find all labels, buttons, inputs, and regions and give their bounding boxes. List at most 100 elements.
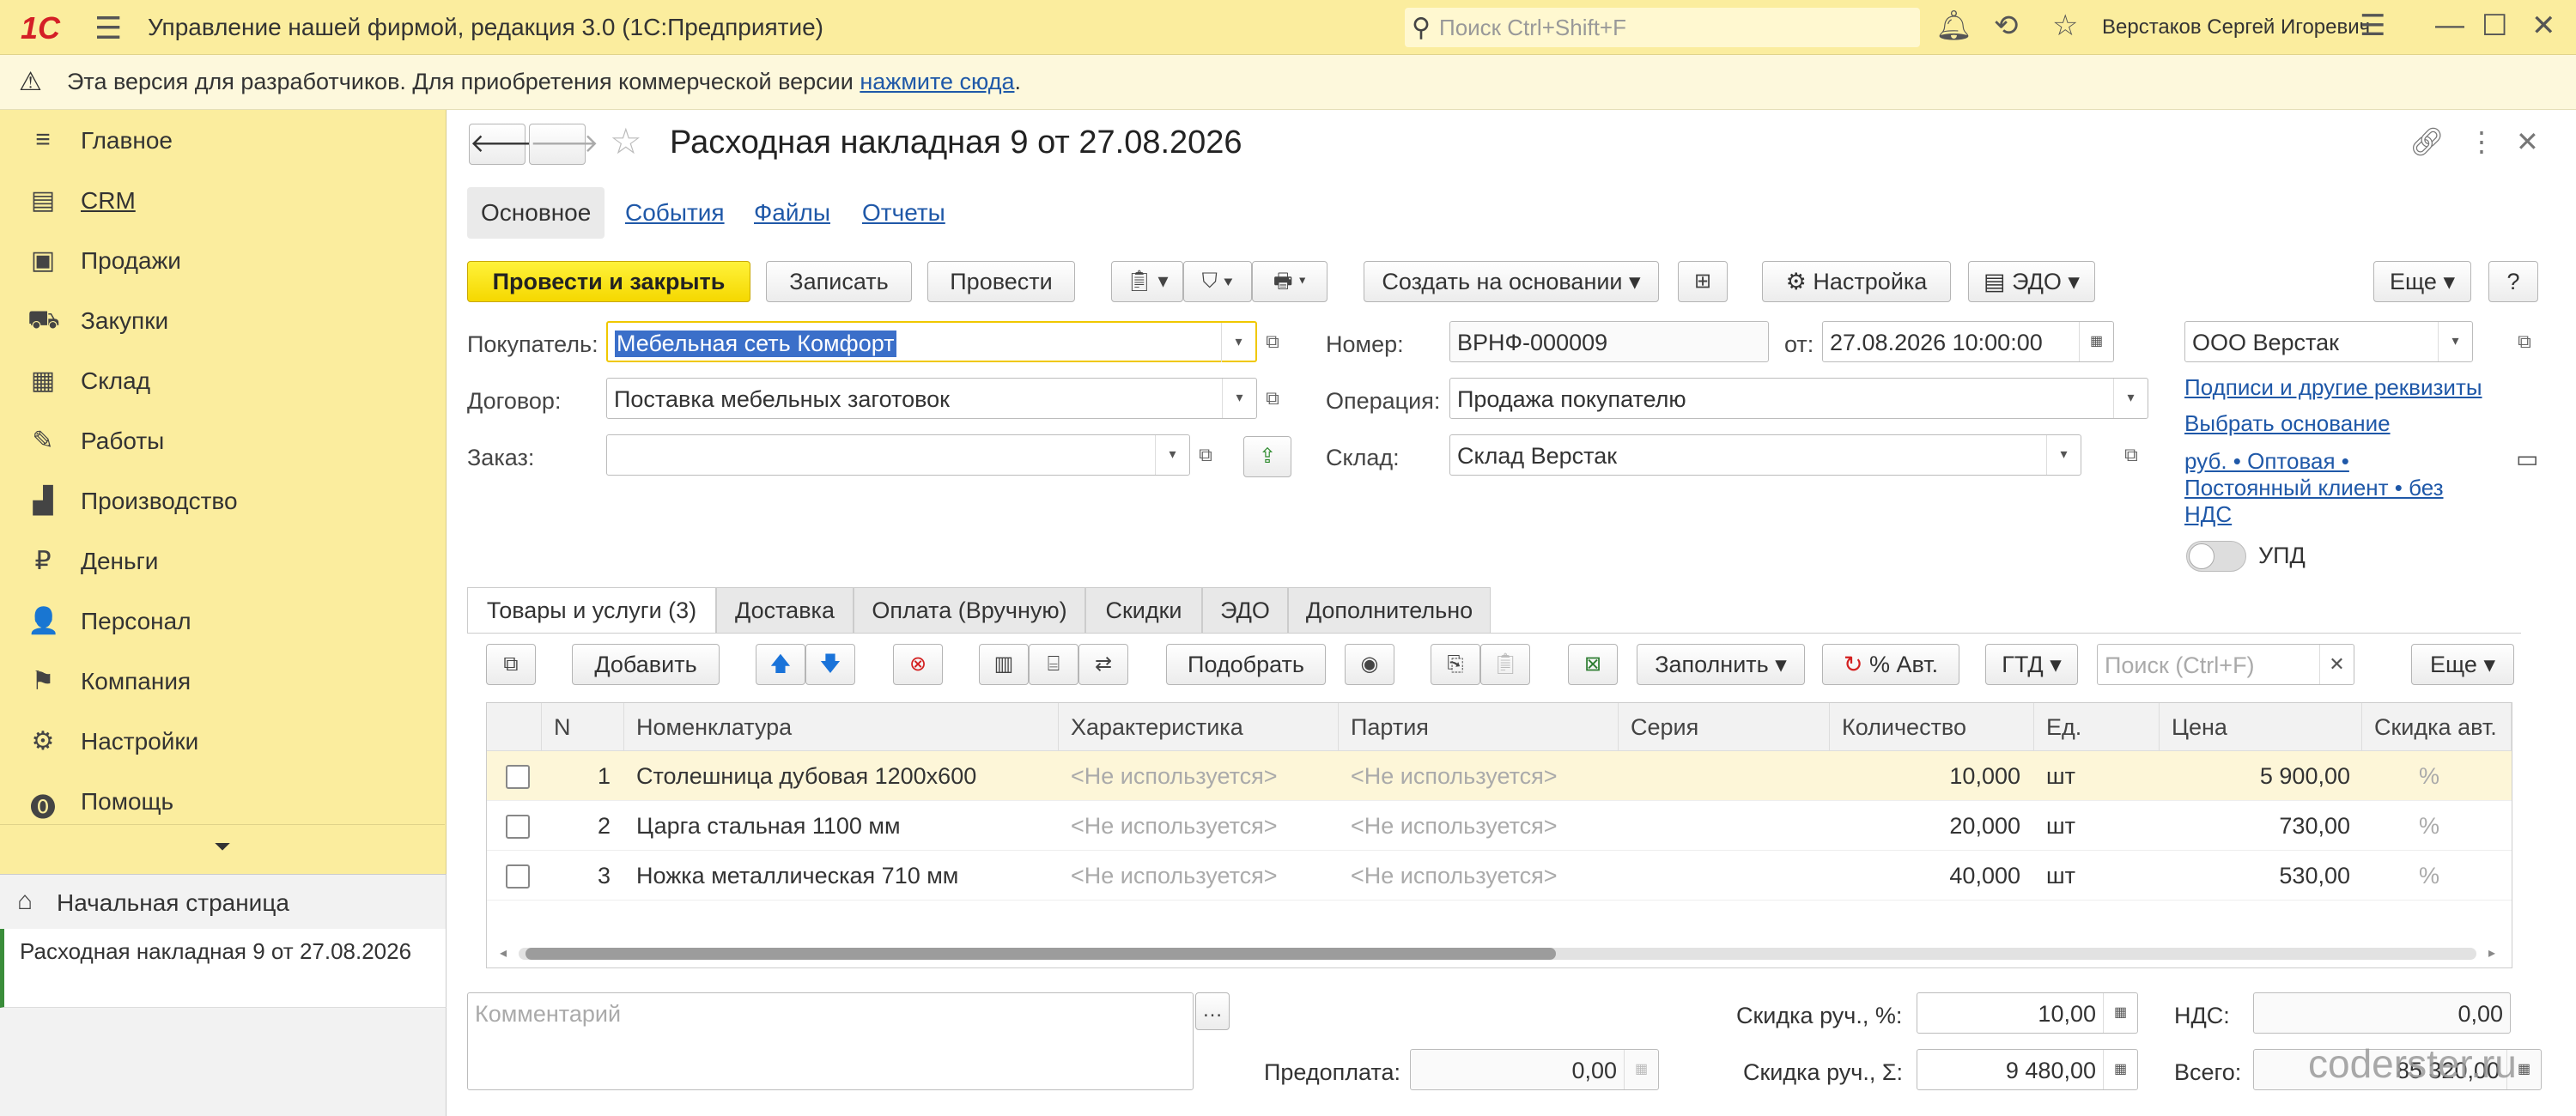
col-auto-discount[interactable]: Скидка авт. (2362, 703, 2512, 751)
bell-icon[interactable]: 🔔︎ (1935, 9, 1972, 43)
favorite-star-icon[interactable]: ☆ (610, 120, 642, 162)
star-icon[interactable]: ☆ (2052, 9, 2078, 43)
chevron-down-icon[interactable]: ▾ (2046, 435, 2081, 475)
card-icon[interactable]: ▭ (2516, 445, 2538, 473)
col-unit[interactable]: Ед. (2034, 703, 2160, 751)
scroll-right-icon[interactable]: ▸ (2488, 944, 2495, 961)
tab-files[interactable]: Файлы (754, 187, 830, 239)
fill-by-order-icon[interactable]: ⇪ (1243, 436, 1291, 477)
open-buyer-icon[interactable]: ⧉ (1255, 321, 1290, 362)
chevron-down-icon[interactable]: ▾ (1155, 435, 1189, 475)
col-batch[interactable]: Партия (1339, 703, 1619, 751)
col-characteristic[interactable]: Характеристика (1059, 703, 1339, 751)
settings-button[interactable]: ⚙ Настройка (1762, 261, 1951, 302)
tab-additional[interactable]: Дополнительно (1288, 587, 1491, 634)
paste-icon[interactable]: 📋︎ (1480, 644, 1530, 685)
section-warehouse[interactable]: ▦ Склад (0, 354, 445, 409)
tab-payment[interactable]: Оплата (Вручную) (854, 587, 1085, 634)
tab-delivery[interactable]: Доставка (716, 587, 854, 634)
move-up-icon[interactable]: 🡅 (756, 644, 805, 685)
eye-icon[interactable]: ◉ (1345, 644, 1394, 685)
open-company-icon[interactable]: ⧉ (2507, 321, 2542, 362)
warehouse-field[interactable]: Склад Верстак ▾ (1449, 434, 2081, 476)
close-doc-icon[interactable]: ✕ (2516, 125, 2539, 158)
col-item[interactable]: Номенклатура (624, 703, 1059, 751)
operation-field[interactable]: Продажа покупателю ▾ (1449, 378, 2148, 419)
structure-icon[interactable]: ⊞ (1678, 261, 1728, 302)
choose-basis-link[interactable]: Выбрать основание (2184, 410, 2391, 437)
auto-discount-button[interactable]: ↻ % Авт. (1822, 644, 1959, 685)
tab-discounts[interactable]: Скидки (1085, 587, 1202, 634)
chevron-down-icon[interactable]: ▾ (1221, 323, 1255, 362)
post-and-close-button[interactable]: Провести и закрыть (467, 261, 750, 302)
global-search-input[interactable]: ⚲ Поиск Ctrl+Shift+F (1405, 8, 1920, 47)
table-row[interactable]: 3 Ножка металлическая 710 мм <Не использ… (487, 851, 2512, 901)
price-kind-link-2[interactable]: Постоянный клиент • без (2184, 475, 2444, 501)
print-dropdown-button[interactable]: 🖶 ▾ (1252, 261, 1327, 302)
buyer-field[interactable]: Мебельная сеть Комфорт ▾ (606, 321, 1257, 362)
chevron-down-icon[interactable]: ▾ (1222, 379, 1256, 418)
transfer-icon[interactable]: ⇄ (1078, 644, 1128, 685)
table-row[interactable]: 1 Столешница дубовая 1200х600 <Не исполь… (487, 751, 2512, 801)
settings-lines-icon[interactable]: ☰ (2360, 9, 2385, 43)
section-help[interactable]: ⓿ Помощь (0, 774, 445, 829)
history-icon[interactable]: ⟲ (1994, 9, 2019, 43)
section-sales[interactable]: ▣ Продажи (0, 234, 445, 288)
tab-reports[interactable]: Отчеты (862, 187, 945, 239)
chevron-down-icon[interactable]: ▾ (2438, 322, 2472, 361)
home-page-link[interactable]: ⌂ Начальная страница (0, 874, 447, 929)
tab-main[interactable]: Основное (467, 187, 605, 239)
calculator-icon[interactable]: ▦ (2103, 993, 2137, 1033)
section-settings[interactable]: ⚙ Настройки (0, 714, 445, 769)
col-n[interactable]: N (542, 703, 624, 751)
scroll-left-icon[interactable]: ◂ (500, 944, 507, 961)
user-name[interactable]: Верстаков Сергей Игоревич (2102, 15, 2370, 39)
move-down-icon[interactable]: 🡇 (805, 644, 855, 685)
create-based-on-button[interactable]: Создать на основании ▾ (1364, 261, 1659, 302)
manual-discount-sum-field[interactable]: 9 480,00 ▦ (1917, 1049, 2138, 1090)
open-warehouse-icon[interactable]: ⧉ (2114, 434, 2148, 476)
section-money[interactable]: ₽ Деньги (0, 534, 445, 589)
row-checkbox[interactable] (506, 815, 530, 839)
minimize-icon[interactable]: — (2435, 9, 2464, 42)
section-staff[interactable]: 👤 Персонал (0, 594, 445, 649)
manual-discount-pct-field[interactable]: 10,00 ▦ (1917, 992, 2138, 1034)
section-works[interactable]: ✎ Работы (0, 414, 445, 469)
table-row[interactable]: 2 Царга стальная 1100 мм <Не используетс… (487, 801, 2512, 851)
signatures-link[interactable]: Подписи и другие реквизиты (2184, 374, 2482, 401)
scrollbar-thumb[interactable] (526, 948, 1556, 960)
copy-icon[interactable]: ⎘ (1431, 644, 1480, 685)
scanner-icon[interactable]: ⌸ (1029, 644, 1078, 685)
pick-button[interactable]: Подобрать (1166, 644, 1326, 685)
open-order-icon[interactable]: ⧉ (1188, 434, 1223, 476)
main-menu-icon[interactable]: ☰ (94, 10, 122, 46)
gtd-button[interactable]: ГТД ▾ (1985, 644, 2078, 685)
col-quantity[interactable]: Количество (1830, 703, 2034, 751)
upd-toggle[interactable] (2186, 541, 2246, 572)
save-button[interactable]: Записать (766, 261, 912, 302)
close-icon[interactable]: ✕ (2531, 9, 2556, 43)
open-contract-icon[interactable]: ⧉ (1255, 378, 1290, 419)
col-price[interactable]: Цена (2160, 703, 2362, 751)
section-crm[interactable]: ▤ CRM (0, 173, 445, 228)
section-main[interactable]: ≡ Главное (0, 113, 445, 168)
section-company[interactable]: ⚑ Компания (0, 654, 445, 709)
filter-dropdown-button[interactable]: ⛉ ▾ (1183, 261, 1252, 302)
status-dropdown-button[interactable]: 📋︎ ▾ (1111, 261, 1183, 302)
number-field[interactable]: ВРНФ-000009 (1449, 321, 1769, 362)
link-icon[interactable]: 🔗︎ (2409, 125, 2445, 158)
buy-link[interactable]: нажмите сюда (860, 69, 1014, 94)
tab-goods[interactable]: Товары и услуги (3) (467, 587, 716, 634)
calculator-icon[interactable]: ▦ (2103, 1050, 2137, 1089)
comment-field[interactable]: Комментарий (467, 992, 1194, 1090)
forward-button[interactable]: 🡒 (529, 124, 598, 165)
add-row-button[interactable]: Добавить (572, 644, 720, 685)
row-checkbox[interactable] (506, 864, 530, 889)
clear-search-icon[interactable]: ✕ (2319, 645, 2354, 684)
section-purchases[interactable]: ⛟ Закупки (0, 294, 445, 349)
help-button[interactable]: ? (2488, 261, 2538, 302)
price-kind-link-1[interactable]: руб. • Оптовая • (2184, 448, 2349, 475)
grid-more-button[interactable]: Еще ▾ (2411, 644, 2514, 685)
maximize-icon[interactable]: ☐ (2482, 9, 2507, 43)
sections-scroll-down[interactable]: ⏷ (0, 824, 445, 872)
